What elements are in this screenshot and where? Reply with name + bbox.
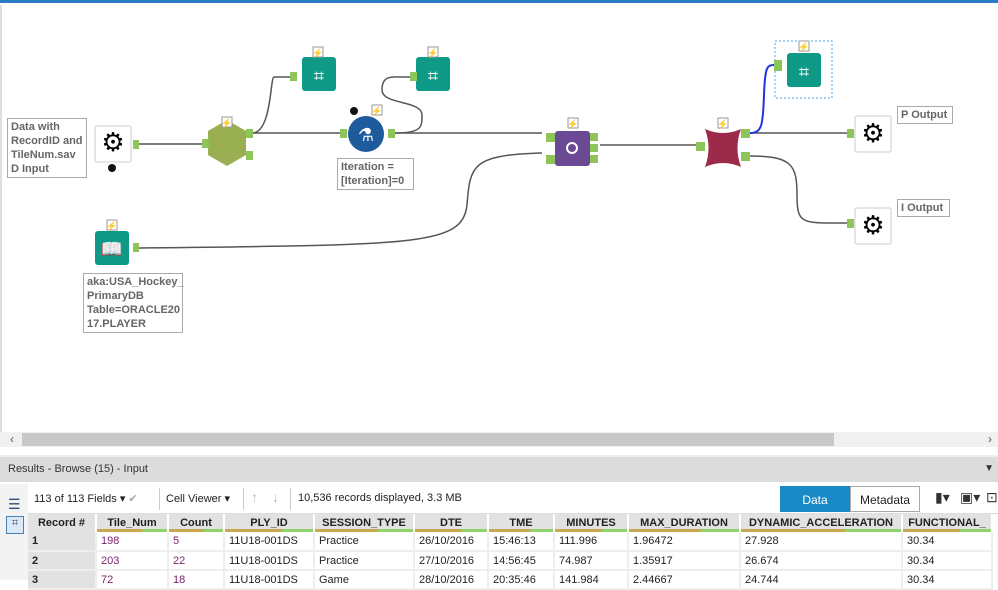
column-header[interactable]: Record # [28, 514, 97, 532]
results-toolbar: 113 of 113 Fields ▾ ✔ Cell Viewer ▾ ↑ ↓ … [0, 484, 998, 514]
table-cell[interactable]: 30.34 [902, 532, 993, 552]
column-header[interactable]: SESSION_TYPE [314, 514, 415, 532]
records-status: 10,536 records displayed, 3.3 MB [298, 492, 462, 504]
split-tool [705, 129, 741, 167]
scroll-left-icon[interactable]: ‹ [4, 432, 20, 446]
column-header[interactable]: TME [488, 514, 555, 532]
annotation-p-output: P Output [897, 106, 953, 124]
workflow-wires: ⚙ ⌗ ⌗ ⚗ 📖 ⌗ ⚙ ⚙ ⚡ ⚡ ⚡ ⚡ ⚡ ⚡ ⚡ ⚡ [94, 40, 892, 265]
gear-arrow-icon: ⚙ [101, 127, 124, 157]
binoculars-icon[interactable]: ⌗ [6, 516, 24, 534]
check-icon[interactable]: ✔ [128, 493, 137, 505]
flask-icon: ⚗ [358, 125, 374, 145]
scroll-right-icon[interactable]: › [982, 432, 998, 446]
workflow-canvas[interactable]: ⚙ ⌗ ⌗ ⚗ 📖 ⌗ ⚙ ⚙ ⚡ ⚡ ⚡ ⚡ ⚡ ⚡ ⚡ ⚡ Data wit… [0, 5, 998, 432]
arrow-down-icon[interactable]: ↓ [272, 489, 279, 505]
svg-text:⚡: ⚡ [106, 220, 117, 232]
binoculars-icon: ⌗ [799, 62, 809, 82]
svg-text:⚡: ⚡ [221, 117, 232, 129]
gear-output-icon: ⚙ [861, 210, 884, 240]
table-cell[interactable]: 203 [96, 551, 169, 571]
column-header[interactable]: Tile_Num [96, 514, 169, 532]
wire [749, 155, 848, 224]
table-cell[interactable]: 198 [96, 532, 169, 552]
fields-label: 113 of 113 Fields [34, 493, 117, 505]
table-row[interactable]: 2 203 22 11U18-001DS Practice 27/10/2016 14:56… [28, 551, 993, 571]
column-header[interactable]: MINUTES [554, 514, 629, 532]
tab-metadata[interactable]: Metadata [850, 486, 920, 512]
svg-text:⚡: ⚡ [798, 41, 809, 53]
binoculars-icon: ⌗ [314, 66, 324, 86]
svg-text:⚡: ⚡ [427, 47, 438, 59]
table-cell[interactable]: 15:46:13 [488, 532, 555, 552]
selected-wire [749, 64, 775, 134]
svg-text:⚡: ⚡ [312, 47, 323, 59]
table-cell[interactable]: 30.34 [902, 551, 993, 571]
annotation-formula: Iteration = [Iteration]=0 [337, 158, 414, 190]
q-badge-icon [350, 107, 358, 115]
wire [251, 76, 290, 134]
column-header[interactable]: Count [168, 514, 225, 532]
panel-menu-icon[interactable]: ▼ [984, 463, 994, 474]
join-tool [555, 131, 590, 166]
column-header[interactable]: DTE [414, 514, 489, 532]
table-cell[interactable]: Practice [314, 551, 415, 571]
export-icon[interactable]: ⊡ [986, 489, 998, 506]
svg-text:⚡: ⚡ [717, 118, 728, 130]
binoculars-icon: ⌗ [428, 66, 438, 86]
q-badge-icon [108, 164, 116, 172]
table-cell[interactable]: 11U18-001DS [224, 551, 315, 571]
scrollbar-thumb[interactable] [22, 433, 834, 446]
table-cell[interactable]: 1.35917 [628, 551, 741, 571]
arrow-up-icon[interactable]: ↑ [251, 489, 258, 505]
table-cell[interactable]: 111.996 [554, 532, 629, 552]
book-icon: 📖 [101, 239, 123, 259]
table-cell[interactable]: 27/10/2016 [414, 551, 489, 571]
save-icon[interactable]: ▣▾ [960, 489, 980, 506]
table-row[interactable]: 1 198 5 11U18-001DS Practice 26/10/2016 15:46:… [28, 532, 993, 552]
column-header[interactable]: MAX_DURATION [628, 514, 741, 532]
table-cell[interactable]: 26.674 [740, 551, 903, 571]
fields-dropdown[interactable]: 113 of 113 Fields ▾ ✔ [34, 492, 138, 505]
annotation-i-output: I Output [897, 199, 950, 217]
list-icon[interactable]: ☰ [8, 496, 21, 513]
table-cell[interactable]: 1 [28, 532, 97, 552]
table-cell[interactable]: 27.928 [740, 532, 903, 552]
table-cell[interactable]: 5 [168, 532, 225, 552]
annotation-db-input: aka:USA_Hockey_ PrimaryDB Table=ORACLE20… [83, 273, 184, 333]
cell-viewer-label: Cell Viewer [166, 493, 222, 505]
column-header[interactable]: PLY_ID [224, 514, 315, 532]
results-title: Results - Browse (15) - Input [8, 463, 148, 475]
copy-icon[interactable]: ▮▾ [935, 489, 950, 506]
results-panel-header: Results - Browse (15) - Input ▼ [0, 455, 998, 482]
table-cell[interactable]: Practice [314, 532, 415, 552]
table-cell[interactable]: 2 [28, 551, 97, 571]
svg-text:⚡: ⚡ [567, 118, 578, 130]
tab-data[interactable]: Data [780, 486, 850, 512]
table-cell[interactable]: 74.987 [554, 551, 629, 571]
results-sidebar: ☰ ⌗ [0, 484, 28, 580]
svg-text:⚡: ⚡ [371, 105, 382, 117]
annotation-input: Data with RecordID and TileNum.sav D Inp… [7, 118, 87, 178]
gear-output-icon: ⚙ [861, 118, 884, 148]
table-cell[interactable]: 14:56:45 [488, 551, 555, 571]
results-table: Record # Tile_Num Count PLY_ID SESSION_TYPE D… [28, 514, 993, 590]
table-cell[interactable]: 11U18-001DS [224, 532, 315, 552]
cell-viewer-dropdown[interactable]: Cell Viewer ▾ [166, 492, 230, 505]
column-header[interactable]: FUNCTIONAL_ [902, 514, 993, 532]
column-header[interactable]: DYNAMIC_ACCELERATION [740, 514, 903, 532]
table-cell[interactable]: 22 [168, 551, 225, 571]
table-cell[interactable]: 26/10/2016 [414, 532, 489, 552]
horizontal-scrollbar[interactable]: ‹ › [0, 432, 998, 447]
table-cell[interactable]: 1.96472 [628, 532, 741, 552]
